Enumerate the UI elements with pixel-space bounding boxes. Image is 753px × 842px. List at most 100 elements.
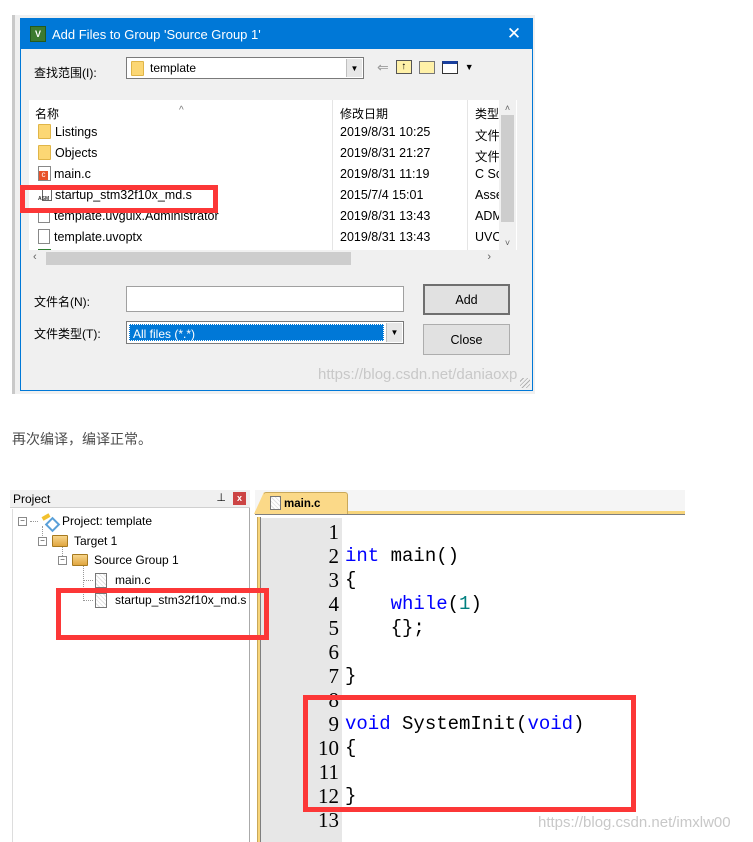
file-name-label: 文件名(N): — [34, 295, 90, 309]
column-header-type[interactable]: 类型 — [475, 105, 499, 122]
file-type: C Sc — [475, 167, 501, 181]
file-row[interactable]: main.c 2019/8/31 11:19 C Sc — [29, 163, 501, 184]
folder-icon — [38, 124, 51, 139]
file-name: main.c — [54, 166, 91, 181]
code-token: } — [345, 665, 357, 687]
code-text: {}; — [345, 616, 425, 640]
file-date: 2019/8/31 11:19 — [340, 167, 430, 181]
tree-connector — [83, 579, 93, 581]
tree-connector — [30, 520, 38, 522]
line-number: 1 — [328, 520, 340, 544]
file-icon — [270, 496, 281, 510]
number-token: 1 — [459, 593, 471, 615]
file-type: UVC — [475, 230, 501, 244]
collapse-icon[interactable]: − — [18, 516, 27, 526]
collapse-icon[interactable]: − — [58, 555, 67, 565]
resize-grip[interactable] — [520, 378, 530, 388]
project-panel: Project ⊥ x − Project: template − Target… — [10, 490, 250, 842]
file-date: 2019/8/31 13:43 — [340, 230, 431, 244]
scrollbar-thumb[interactable] — [501, 115, 514, 222]
highlight-box — [303, 695, 636, 812]
dialog-title-bar: V Add Files to Group 'Source Group 1' ✕ — [21, 19, 532, 49]
look-in-label: 查找范围(I): — [34, 66, 97, 80]
horizontal-scrollbar[interactable]: ‹ › — [29, 250, 517, 267]
tree-item-file[interactable]: main.c — [83, 571, 150, 589]
tab-main-c[interactable]: main.c — [254, 492, 348, 514]
watermark: https://blog.csdn.net/imxlw00 — [538, 814, 731, 831]
column-header-name[interactable]: 名称 — [35, 105, 59, 122]
pin-icon[interactable]: ⊥ — [216, 491, 226, 504]
file-row[interactable]: template.uvoptx 2019/8/31 13:43 UVC — [29, 226, 501, 247]
close-button[interactable]: Close — [423, 324, 510, 355]
tree-item-target[interactable]: − Target 1 — [38, 532, 117, 550]
collapse-icon[interactable]: − — [38, 536, 47, 546]
tab-label: main.c — [284, 497, 321, 510]
uvision-app-icon: V — [30, 26, 46, 42]
add-button[interactable]: Add — [423, 284, 510, 315]
code-token: {}; — [345, 617, 425, 639]
file-type: ADM — [475, 209, 501, 223]
line-number: 7 — [328, 664, 340, 688]
dialog-title: Add Files to Group 'Source Group 1' — [52, 26, 261, 42]
look-in-dropdown[interactable]: template ▼ — [126, 57, 364, 79]
back-arrow-icon[interactable]: ⇐ — [377, 59, 389, 75]
view-menu-icon[interactable] — [441, 60, 458, 74]
caption-text: 再次编译，编译正常。 — [12, 432, 152, 448]
file-type-dropdown[interactable]: All files (*.*) ▼ — [126, 321, 404, 344]
file-type: Asse — [475, 188, 501, 202]
line-number: 4 — [328, 592, 340, 616]
target-folder-icon — [52, 535, 68, 547]
scroll-right-icon[interactable]: › — [487, 251, 491, 263]
file-date: 2015/7/4 15:01 — [340, 188, 424, 202]
new-folder-icon[interactable] — [418, 60, 435, 74]
tree-label: main.c — [115, 573, 151, 587]
c-source-file-icon — [38, 166, 51, 181]
column-header-date[interactable]: 修改日期 — [340, 105, 388, 122]
file-date: 2019/8/31 13:43 — [340, 209, 431, 223]
close-icon[interactable]: x — [233, 492, 246, 505]
up-folder-icon[interactable]: ↑ — [395, 60, 412, 74]
file-name: Listings — [55, 124, 98, 139]
vertical-scrollbar[interactable]: ˄ ˅ — [499, 100, 516, 250]
editor-tab-strip: main.c — [254, 490, 685, 515]
file-row[interactable]: Objects 2019/8/31 21:27 文件 — [29, 142, 500, 164]
file-name: Objects — [55, 145, 98, 160]
look-in-value: template — [150, 61, 197, 75]
folder-icon — [131, 60, 144, 76]
chevron-down-icon[interactable]: ▼ — [346, 59, 362, 77]
file-list-header: 名称 ^ 修改日期 类型 — [29, 100, 517, 122]
view-dropdown-icon[interactable]: ▼ — [465, 59, 474, 75]
file-date: 2019/8/31 21:27 — [340, 146, 431, 160]
line-number: 5 — [328, 616, 340, 640]
tree-label: Source Group 1 — [94, 553, 179, 567]
project-icon — [40, 514, 56, 528]
folder-icon — [38, 145, 51, 160]
scroll-down-icon[interactable]: ˅ — [499, 238, 516, 248]
code-text: } — [345, 664, 356, 688]
tree-item-source-group[interactable]: − Source Group 1 — [58, 551, 179, 569]
file-name: template.uvoptx — [54, 229, 143, 244]
watermark: https://blog.csdn.net/daniaoxp — [318, 366, 518, 383]
code-text: { — [345, 568, 356, 592]
close-icon[interactable]: ✕ — [504, 24, 524, 44]
code-text: int main() — [345, 544, 459, 568]
highlight-box — [56, 588, 269, 640]
file-type-label: 文件类型(T): — [34, 327, 101, 341]
line-number: 6 — [328, 640, 340, 664]
highlight-box — [20, 185, 218, 213]
chevron-down-icon[interactable]: ▼ — [386, 323, 402, 342]
file-icon — [95, 572, 107, 588]
file-name-input[interactable] — [126, 286, 404, 312]
project-tree: − Project: template − Target 1 − Source … — [12, 509, 248, 842]
keyword-token: while — [390, 593, 448, 615]
code-token: ) — [470, 593, 482, 615]
file-date: 2019/8/31 10:25 — [340, 125, 431, 139]
scroll-up-icon[interactable]: ˄ — [499, 103, 516, 113]
scroll-left-icon[interactable]: ‹ — [33, 251, 37, 263]
tree-item-project[interactable]: − Project: template — [18, 512, 152, 530]
file-row[interactable]: Listings 2019/8/31 10:25 文件 — [29, 121, 500, 143]
navigation-toolbar: ⇐ ↑ ▼ — [377, 59, 474, 75]
line-number: 2 — [328, 544, 340, 568]
scrollbar-thumb[interactable] — [46, 252, 351, 265]
line-number: 3 — [328, 568, 340, 592]
